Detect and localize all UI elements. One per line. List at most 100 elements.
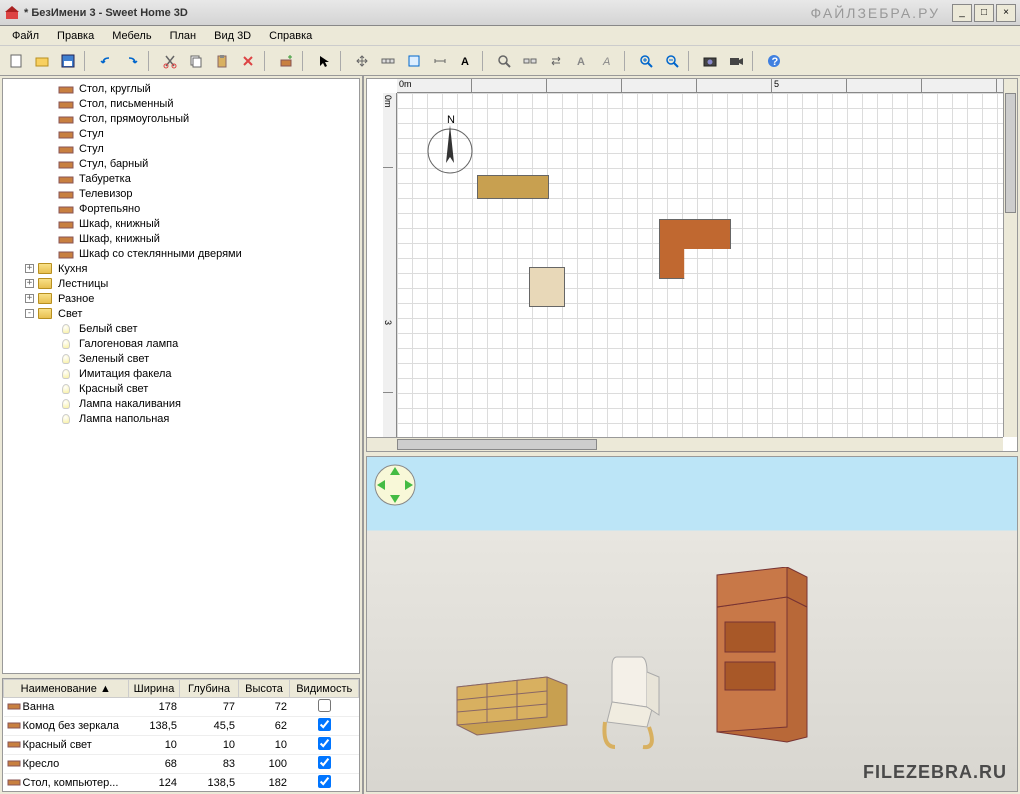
view-3d[interactable]: FILEZEBRA.RU — [366, 456, 1018, 792]
copy-button[interactable] — [184, 49, 208, 73]
maximize-button[interactable]: □ — [974, 4, 994, 22]
furniture-table[interactable]: Наименование ▲ШиринаГлубинаВысотаВидимос… — [2, 678, 360, 792]
menu-справка[interactable]: Справка — [261, 28, 320, 44]
table-header[interactable]: Высота — [238, 680, 290, 698]
catalog-item[interactable]: Стол, письменный — [5, 96, 357, 111]
open-button[interactable] — [30, 49, 54, 73]
visibility-checkbox[interactable] — [318, 718, 331, 731]
menu-план[interactable]: План — [162, 28, 205, 44]
table-row[interactable]: Кресло 68 83 100 — [4, 755, 359, 774]
furniture-catalog[interactable]: Стол, круглыйСтол, письменныйСтол, прямо… — [2, 78, 360, 674]
catalog-item[interactable]: Красный свет — [5, 381, 357, 396]
furniture-icon — [57, 202, 75, 216]
table-row[interactable]: Ванна 178 77 72 — [4, 698, 359, 717]
table-row[interactable]: Комод без зеркала 138,5 45,5 62 — [4, 717, 359, 736]
cell-visibility[interactable] — [290, 755, 359, 774]
catalog-item[interactable]: Стул, барный — [5, 156, 357, 171]
expand-icon[interactable]: - — [25, 309, 34, 318]
catalog-item[interactable]: Зеленый свет — [5, 351, 357, 366]
visibility-checkbox[interactable] — [318, 737, 331, 750]
cell-visibility[interactable] — [290, 698, 359, 717]
undo-button[interactable] — [94, 49, 118, 73]
cell-visibility[interactable] — [290, 717, 359, 736]
catalog-item[interactable]: Стул — [5, 126, 357, 141]
paste-button[interactable] — [210, 49, 234, 73]
catalog-item[interactable]: Стол, круглый — [5, 81, 357, 96]
catalog-item[interactable]: Имитация факела — [5, 366, 357, 381]
catalog-label: Фортепьяно — [77, 203, 140, 215]
zoom-out-button[interactable] — [660, 49, 684, 73]
plan-scrollbar-vertical[interactable] — [1003, 79, 1017, 437]
menu-правка[interactable]: Правка — [49, 28, 102, 44]
video-button[interactable] — [724, 49, 748, 73]
table-row[interactable]: Красный свет 10 10 10 — [4, 736, 359, 755]
search-button[interactable] — [492, 49, 516, 73]
plan-view[interactable]: 0m5 0m3 N — [366, 78, 1018, 452]
catalog-item[interactable]: Шкаф, книжный — [5, 216, 357, 231]
visibility-checkbox[interactable] — [318, 756, 331, 769]
cell-visibility[interactable] — [290, 736, 359, 755]
delete-button[interactable] — [236, 49, 260, 73]
room-tool[interactable] — [402, 49, 426, 73]
table-header[interactable]: Ширина — [128, 680, 180, 698]
visibility-checkbox[interactable] — [318, 775, 331, 788]
catalog-item[interactable]: Белый свет — [5, 321, 357, 336]
plan-object-dresser[interactable] — [477, 175, 549, 199]
table-header[interactable]: Наименование ▲ — [4, 680, 129, 698]
photo-button[interactable] — [698, 49, 722, 73]
expand-icon[interactable]: + — [25, 294, 34, 303]
minimize-button[interactable]: _ — [952, 4, 972, 22]
wall-tool[interactable] — [376, 49, 400, 73]
catalog-item[interactable]: Фортепьяно — [5, 201, 357, 216]
pan-tool[interactable] — [350, 49, 374, 73]
catalog-item[interactable]: Галогеновая лампа — [5, 336, 357, 351]
menu-файл[interactable]: Файл — [4, 28, 47, 44]
menu-мебель[interactable]: Мебель — [104, 28, 159, 44]
reverse-wall-button[interactable] — [544, 49, 568, 73]
menu-вид 3d[interactable]: Вид 3D — [206, 28, 259, 44]
help-button[interactable]: ? — [762, 49, 786, 73]
catalog-item[interactable]: Шкаф со стеклянными дверями — [5, 246, 357, 261]
expand-icon[interactable]: + — [25, 264, 34, 273]
catalog-item[interactable]: Лампа напольная — [5, 411, 357, 426]
split-wall-button[interactable] — [518, 49, 542, 73]
table-header[interactable]: Видимость — [290, 680, 359, 698]
catalog-label: Телевизор — [77, 188, 133, 200]
plan-object-chair[interactable] — [529, 267, 565, 307]
table-header[interactable]: Глубина — [180, 680, 238, 698]
catalog-label: Лампа накаливания — [77, 398, 181, 410]
close-button[interactable]: × — [996, 4, 1016, 22]
table-row[interactable]: Стол, компьютер... 124 138,5 182 — [4, 774, 359, 793]
text-bold-button[interactable]: A — [570, 49, 594, 73]
cell-visibility[interactable] — [290, 774, 359, 793]
select-tool[interactable] — [312, 49, 336, 73]
compass-icon[interactable]: N — [422, 113, 482, 177]
visibility-checkbox[interactable] — [318, 699, 331, 712]
new-button[interactable] — [4, 49, 28, 73]
nav-3d-control[interactable] — [373, 463, 417, 507]
add-furniture-button[interactable] — [274, 49, 298, 73]
redo-button[interactable] — [120, 49, 144, 73]
text-tool[interactable]: A — [454, 49, 478, 73]
catalog-item[interactable]: +Лестницы — [5, 276, 357, 291]
catalog-item[interactable]: Лампа накаливания — [5, 396, 357, 411]
cut-button[interactable] — [158, 49, 182, 73]
catalog-item[interactable]: Шкаф, книжный — [5, 231, 357, 246]
dimension-tool[interactable] — [428, 49, 452, 73]
save-button[interactable] — [56, 49, 80, 73]
plan-grid[interactable] — [397, 93, 1003, 451]
catalog-item[interactable]: Стол, прямоугольный — [5, 111, 357, 126]
expand-icon[interactable]: + — [25, 279, 34, 288]
catalog-item[interactable]: +Разное — [5, 291, 357, 306]
catalog-item[interactable]: Стул — [5, 141, 357, 156]
plan-scrollbar-horizontal[interactable] — [367, 437, 1003, 451]
catalog-item[interactable]: +Кухня — [5, 261, 357, 276]
catalog-item[interactable]: Телевизор — [5, 186, 357, 201]
catalog-item[interactable]: -Свет — [5, 306, 357, 321]
zoom-in-button[interactable] — [634, 49, 658, 73]
bulb-icon — [57, 352, 75, 366]
catalog-item[interactable]: Табуретка — [5, 171, 357, 186]
cell-height: 10 — [238, 736, 290, 755]
bulb-icon — [57, 412, 75, 426]
text-italic-button[interactable]: A — [596, 49, 620, 73]
